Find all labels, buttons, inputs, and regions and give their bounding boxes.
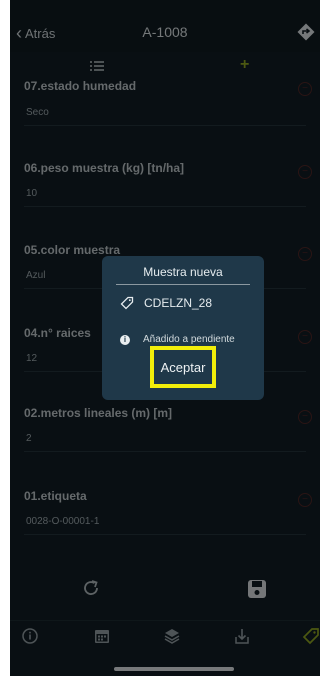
home-indicator bbox=[114, 667, 234, 671]
field-label: 07.estado humedad bbox=[24, 79, 137, 93]
refresh-icon[interactable] bbox=[80, 577, 102, 599]
field-value: 2 bbox=[26, 433, 32, 444]
divider bbox=[24, 125, 306, 126]
add-icon[interactable]: + bbox=[240, 56, 249, 74]
field-metros-lineales[interactable]: 02.metros lineales (m) [m] 2 − bbox=[10, 406, 320, 478]
field-etiqueta[interactable]: 01.etiqueta 0028-O-00001-1 − bbox=[10, 489, 320, 561]
field-peso-muestra[interactable]: 06.peso muestra (kg) [tn/ha] 10 − bbox=[10, 161, 320, 233]
divider bbox=[24, 206, 306, 207]
tab-info[interactable] bbox=[21, 627, 39, 645]
remove-icon[interactable]: − bbox=[298, 165, 312, 179]
sample-code: CDELZN_28 bbox=[144, 296, 213, 310]
accept-button[interactable]: Aceptar bbox=[150, 346, 216, 388]
list-icon[interactable] bbox=[90, 60, 104, 72]
page-title: A-1008 bbox=[142, 24, 188, 40]
remove-icon[interactable]: − bbox=[298, 330, 312, 344]
tab-tag[interactable] bbox=[302, 627, 320, 645]
remove-icon[interactable]: − bbox=[298, 410, 312, 424]
tab-download[interactable] bbox=[233, 627, 251, 645]
status-row: i Añadido a pendiente bbox=[120, 334, 235, 345]
divider bbox=[24, 534, 306, 535]
nav-bar: ‹ Atrás A-1008 bbox=[10, 0, 320, 52]
tab-layers[interactable] bbox=[163, 627, 181, 645]
divider bbox=[24, 451, 306, 452]
field-value: 0028-O-00001-1 bbox=[26, 516, 100, 527]
info-icon: i bbox=[120, 334, 130, 345]
toolbar: + bbox=[10, 54, 320, 82]
field-label: 05.color muestra bbox=[24, 243, 121, 257]
sample-code-row: CDELZN_28 bbox=[120, 296, 212, 310]
field-label: 01.etiqueta bbox=[24, 489, 87, 503]
new-sample-dialog: Muestra nueva CDELZN_28 i Añadido a pend… bbox=[102, 256, 264, 400]
tab-calendar[interactable] bbox=[93, 627, 111, 645]
tab-bar bbox=[10, 620, 320, 652]
directions-icon[interactable] bbox=[296, 22, 316, 42]
remove-icon[interactable]: − bbox=[298, 247, 312, 261]
field-label: 04.n° raices bbox=[24, 326, 91, 340]
field-value: Azul bbox=[26, 270, 46, 281]
tag-icon bbox=[120, 296, 134, 310]
field-label: 06.peso muestra (kg) [tn/ha] bbox=[24, 161, 185, 175]
field-value: Seco bbox=[26, 107, 49, 118]
status-text: Añadido a pendiente bbox=[143, 334, 235, 345]
dialog-title: Muestra nueva bbox=[143, 265, 223, 279]
phone-screen: ‹ Atrás A-1008 + 07.estado humedad Seco … bbox=[10, 0, 320, 676]
field-value: 12 bbox=[26, 353, 38, 364]
dialog-divider bbox=[116, 284, 250, 285]
field-value: 10 bbox=[26, 188, 38, 199]
field-estado-humedad[interactable]: 07.estado humedad Seco − bbox=[10, 79, 320, 152]
field-label: 02.metros lineales (m) [m] bbox=[24, 406, 173, 420]
remove-icon[interactable]: − bbox=[298, 493, 312, 507]
remove-icon[interactable]: − bbox=[298, 82, 312, 96]
save-icon[interactable] bbox=[246, 578, 268, 600]
